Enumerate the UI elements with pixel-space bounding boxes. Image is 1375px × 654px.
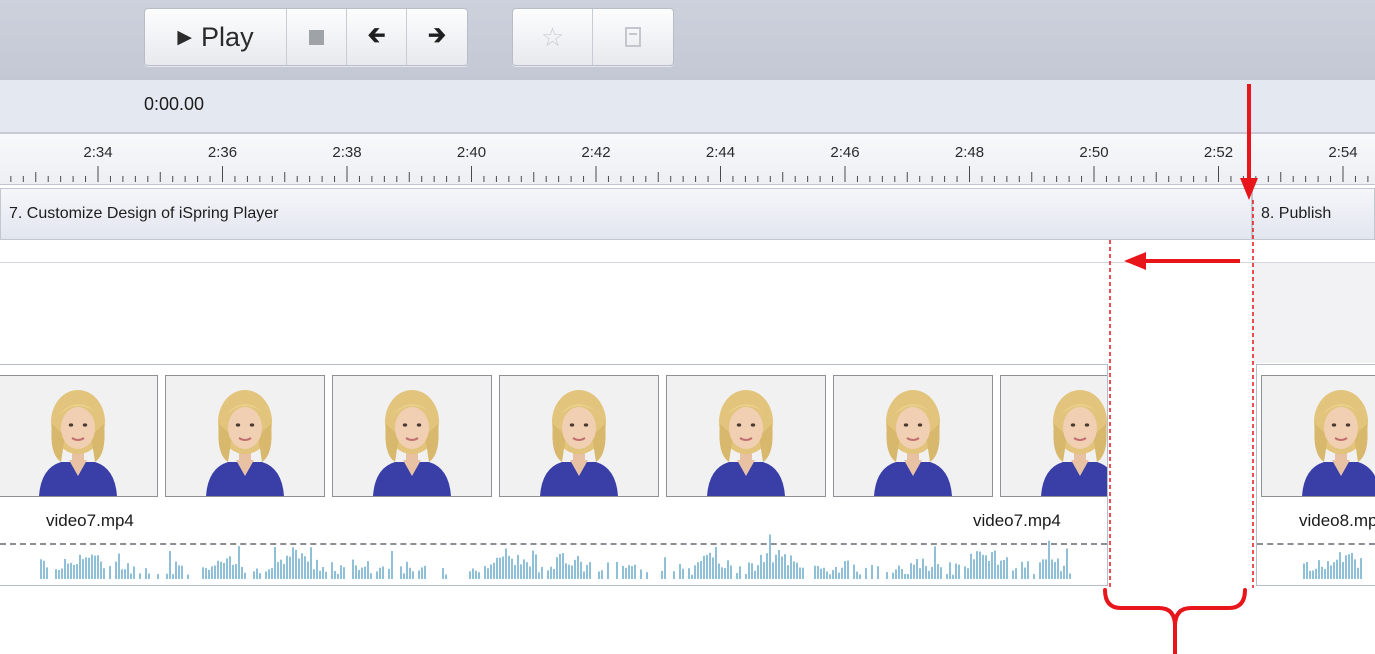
gap-brace	[1103, 588, 1247, 654]
empty-track-area	[1252, 263, 1375, 363]
video-thumbnail	[666, 375, 826, 497]
play-triangle-icon: ▶	[177, 26, 193, 48]
video-thumbnail	[833, 375, 993, 497]
favorite-button[interactable]: ☆	[513, 9, 593, 65]
stop-button[interactable]	[287, 9, 347, 65]
current-time: 0:00.00	[144, 94, 205, 114]
left-arrow-annotation	[1124, 252, 1240, 270]
slide-title: 7. Customize Design of iSpring Player	[9, 205, 279, 222]
play-button[interactable]: ▶ Play	[145, 9, 287, 65]
ruler-tick-label: 2:54	[1328, 144, 1358, 161]
slide-title: 8. Publish	[1261, 205, 1332, 222]
slides-track: 7. Customize Design of iSpring Player 8.…	[0, 188, 1375, 240]
ruler-ticks	[10, 166, 1369, 182]
audio-waveform	[1303, 552, 1362, 579]
ruler-tick-label: 2:44	[705, 144, 736, 161]
ruler-tick-label: 2:38	[332, 144, 362, 161]
ruler-tick-label: 2:34	[83, 144, 113, 161]
toolbar: ▶ Play 🡰 🡲 ☆	[0, 0, 1375, 80]
extra-controls: ☆	[512, 8, 674, 66]
video-clip-7[interactable]: video7.mp4 video7.mp4	[0, 364, 1108, 586]
track-separator	[0, 262, 1375, 263]
document-icon	[625, 27, 641, 47]
clip-thumbnails	[1261, 375, 1375, 497]
ruler-tick-label: 2:42	[581, 144, 611, 161]
timeline-ruler[interactable]: 2:34 2:36 2:38 2:40 2:42 2:44 2:46 2:48 2:50 2:52…	[0, 134, 1375, 185]
slide-block-7[interactable]: 7. Customize Design of iSpring Player	[0, 188, 1252, 240]
arrow-right-icon: 🡲	[428, 22, 446, 47]
ruler-tick-label: 2:36	[207, 144, 238, 161]
video-thumbnail	[1261, 375, 1375, 497]
star-icon: ☆	[540, 21, 565, 52]
video-clip-8[interactable]: video8.mp4	[1256, 364, 1375, 586]
video-thumbnail	[165, 375, 325, 497]
ruler-tick-label: 2:48	[954, 144, 985, 161]
time-bar: 0:00.00	[0, 80, 1375, 134]
notes-button[interactable]	[593, 9, 673, 65]
next-button[interactable]: 🡲	[407, 9, 467, 65]
video-thumbnail	[0, 375, 158, 497]
ruler-tick-label: 2:52	[1203, 144, 1234, 161]
video-thumbnail	[332, 375, 492, 497]
stop-icon	[309, 29, 324, 45]
video-thumbnail	[499, 375, 659, 497]
playback-controls: ▶ Play 🡰 🡲	[144, 8, 468, 66]
audio-waveform	[40, 534, 1071, 579]
ruler-tick-label: 2:50	[1079, 144, 1109, 161]
ruler-tick-label: 2:40	[456, 144, 487, 161]
arrow-left-icon: 🡰	[367, 22, 386, 47]
clip-thumbnails	[0, 375, 1107, 497]
previous-button[interactable]: 🡰	[347, 9, 407, 65]
ruler-tick-label: 2:46	[830, 144, 860, 161]
play-button-label: Play	[201, 21, 254, 52]
slide-block-8[interactable]: 8. Publish	[1252, 188, 1375, 240]
video-thumbnail	[1000, 375, 1107, 497]
